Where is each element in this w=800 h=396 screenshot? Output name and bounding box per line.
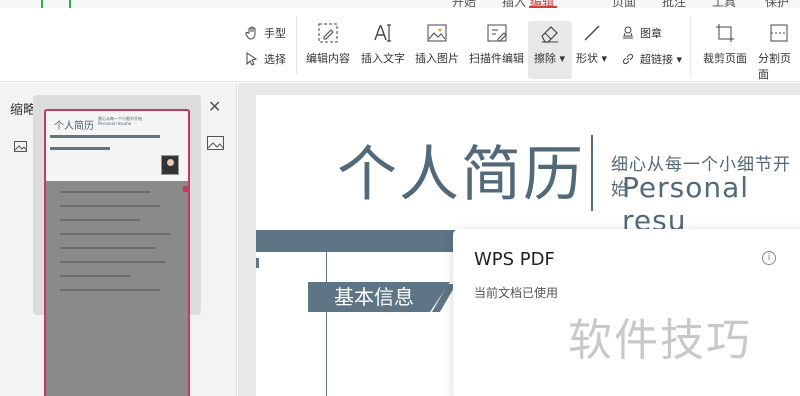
image-icon xyxy=(426,22,448,44)
menu-bar: 开始 插入 编辑 页面 批注 工具 保护 xyxy=(0,0,800,8)
resume-subtitle-en: Personal resu xyxy=(622,171,750,237)
insert-image-button[interactable]: 插入图片 xyxy=(415,22,459,66)
thumbnail-text-line xyxy=(60,205,160,207)
insert-text-label: 插入文字 xyxy=(361,52,405,65)
hand-icon xyxy=(244,25,260,41)
ribbon-divider xyxy=(690,16,691,74)
split-page-label: 分割页面 xyxy=(758,52,791,81)
shape-label: 形状 ▾ xyxy=(576,52,608,65)
thumbnail-bar xyxy=(50,135,160,138)
hyperlink-label: 超链接 ▾ xyxy=(640,53,683,66)
thumbnail-text-line xyxy=(60,261,165,263)
select-tool-button[interactable]: 选择 xyxy=(244,51,286,67)
hand-tool-button[interactable]: 手型 xyxy=(244,25,286,41)
crop-page-label: 裁剪页面 xyxy=(703,52,747,65)
menu-insert[interactable]: 插入 xyxy=(502,0,526,8)
left-accent xyxy=(256,258,259,268)
erase-button[interactable]: 擦除 ▾ xyxy=(534,22,565,66)
popup-status: 当前文档已使用 xyxy=(474,286,559,300)
menu-page[interactable]: 页面 xyxy=(612,0,636,8)
edit-ribbon: 手型 选择 编辑内容 插入文字 插入图片 扫描件编辑 擦除 ▾ 形状 ▾ 图章 … xyxy=(0,8,800,82)
edit-content-button[interactable]: 编辑内容 xyxy=(306,22,350,66)
crop-page-button[interactable]: 裁剪页面 xyxy=(703,22,747,66)
section-timeline xyxy=(326,252,327,396)
thumbnail-marker xyxy=(183,186,189,192)
hand-tool-label: 手型 xyxy=(264,27,286,40)
thumbnail-text-line xyxy=(60,219,140,221)
zoom-in-image-icon[interactable] xyxy=(207,135,224,154)
stamp-button[interactable]: 图章 xyxy=(620,25,662,41)
erase-label: 擦除 ▾ xyxy=(534,52,566,65)
crop-icon xyxy=(714,22,736,44)
select-tool-label: 选择 xyxy=(264,53,286,66)
link-icon xyxy=(620,51,636,67)
text-icon xyxy=(372,22,394,44)
menu-protect[interactable]: 保护 xyxy=(765,0,789,8)
cursor-icon xyxy=(244,51,260,67)
thumbnail-title: 个人简历 xyxy=(54,121,94,132)
eraser-icon xyxy=(539,22,561,44)
close-icon[interactable]: ✕ xyxy=(208,97,221,116)
hyperlink-button[interactable]: 超链接 ▾ xyxy=(620,51,682,67)
thumbnail-content-area xyxy=(46,181,188,396)
header-band xyxy=(256,230,466,252)
pdf-editor-window: 开始 插入 编辑 页面 批注 工具 保护 手型 选择 编辑内容 插入文字 插入图… xyxy=(0,0,800,396)
popup-title: WPS PDF xyxy=(474,249,555,270)
shape-button[interactable]: 形状 ▾ xyxy=(576,22,607,66)
scan-edit-button[interactable]: 扫描件编辑 xyxy=(469,22,524,66)
thumbnail-text-line xyxy=(60,247,155,249)
title-divider xyxy=(591,135,593,211)
thumbnail-bar xyxy=(50,147,110,150)
thumbnail-text-line xyxy=(60,233,170,235)
split-page-icon xyxy=(768,22,790,44)
scan-edit-label: 扫描件编辑 xyxy=(469,52,524,65)
page-thumbnail[interactable]: 个人简历 细心从每一个小细节开始 Personal resume xyxy=(44,109,190,396)
edit-content-label: 编辑内容 xyxy=(306,52,350,65)
line-shape-icon xyxy=(581,22,603,44)
thumbnail-photo xyxy=(161,155,179,175)
stamp-icon xyxy=(620,25,636,41)
section-heading: 基本信息 xyxy=(308,282,430,312)
scan-edit-icon xyxy=(486,22,508,44)
thumbnail-text-line xyxy=(60,191,150,193)
zoom-out-image-icon[interactable] xyxy=(14,137,27,156)
thumbnail-text-line xyxy=(60,275,130,277)
watermark: 软件技巧 xyxy=(568,315,752,366)
insert-text-button[interactable]: 插入文字 xyxy=(361,22,405,66)
stamp-label: 图章 xyxy=(640,27,662,40)
menu-tools[interactable]: 工具 xyxy=(712,0,736,8)
thumbnail-text-line xyxy=(60,289,160,291)
menu-start[interactable]: 开始 xyxy=(452,0,476,8)
info-icon[interactable]: i xyxy=(762,251,776,265)
resume-title: 个人简历 xyxy=(337,140,585,210)
menu-comment[interactable]: 批注 xyxy=(662,0,686,8)
thumbnail-subtitle: 细心从每一个小细节开始 Personal resume xyxy=(98,116,142,126)
ribbon-divider xyxy=(296,16,297,74)
insert-image-label: 插入图片 xyxy=(415,52,459,65)
split-page-button[interactable]: 分割页面 xyxy=(758,22,800,82)
edit-content-icon xyxy=(317,22,339,44)
